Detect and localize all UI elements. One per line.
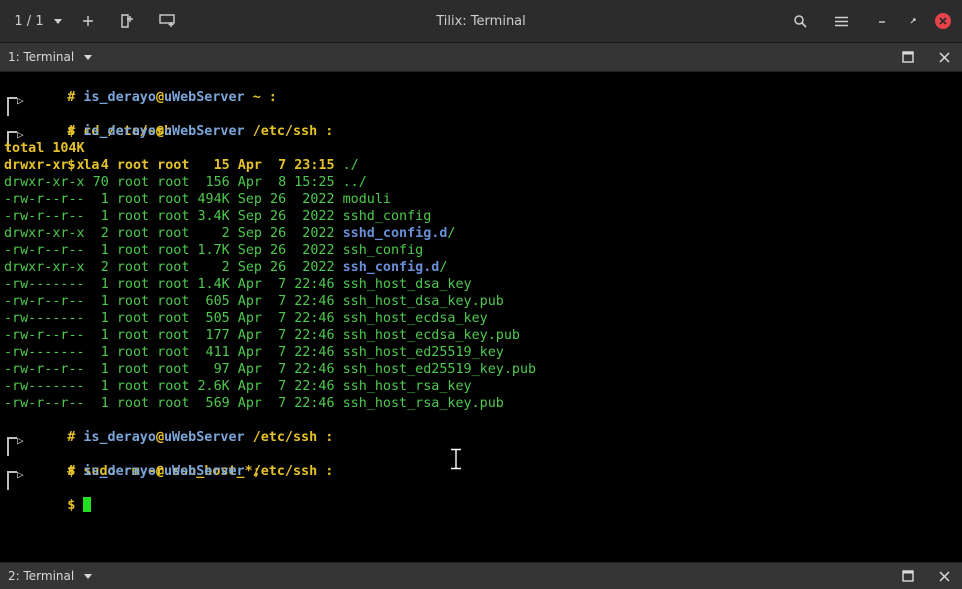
prompt-bracket — [7, 471, 17, 490]
search-button[interactable] — [786, 0, 814, 42]
new-session-icon — [121, 14, 133, 28]
pane-close-icon — [938, 51, 950, 63]
close-button[interactable] — [929, 0, 957, 42]
pane-maximize-button[interactable] — [895, 563, 921, 589]
command-line: ▷ $ la — [0, 123, 962, 173]
prompt-line: # is_derayo@uWebServer /etc/ssh : — [67, 464, 334, 479]
listing-row: -rw-r--r-- 1 root root 177 Apr 7 22:46 s… — [4, 328, 520, 343]
plus-icon — [83, 16, 93, 26]
listing-row: drwxr-xr-x 4 root root 15 Apr 7 23:15 ./ — [4, 158, 359, 173]
listing-row: drwxr-xr-x 70 root root 156 Apr 8 15:25 … — [4, 175, 367, 190]
listing-row: -rw-r--r-- 1 root root 1.7K Sep 26 2022 … — [4, 243, 424, 258]
listing-row: drwxr-xr-x 2 root root 2 Sep 26 2022 ssh… — [4, 260, 448, 275]
listing-row: -rw------- 1 root root 2.6K Apr 7 22:46 … — [4, 379, 472, 394]
sync-input-icon — [159, 14, 175, 27]
chevron-down-icon — [84, 573, 93, 579]
pane-close-button[interactable] — [931, 43, 957, 71]
prompt-arrow-icon: ▷ — [17, 128, 24, 141]
add-session-button[interactable] — [74, 0, 102, 42]
prompt-line: # is_derayo@uWebServer /etc/ssh : — [67, 124, 334, 139]
prompt-arrow-icon: ▷ — [17, 434, 24, 447]
listing-row: -rw-r--r-- 1 root root 494K Sep 26 2022 … — [4, 192, 391, 207]
listing-row: drwxr-xr-x 2 root root 2 Sep 26 2022 ssh… — [4, 226, 456, 241]
maximize-icon — [910, 18, 916, 24]
prompt-line: # is_derayo@uWebServer ~ : — [67, 90, 277, 105]
terminal-title: 2: Terminal — [8, 569, 75, 583]
text-cursor-icon — [451, 448, 461, 470]
window-title: Tilix: Terminal — [436, 13, 526, 29]
title-bar: 1 / 1 Tilix: Terminal — [0, 0, 962, 43]
command-line: ▷ $ cd /etc/ssh — [0, 89, 962, 139]
listing-row: -rw-r--r-- 1 root root 569 Apr 7 22:46 s… — [4, 396, 504, 411]
new-session-button[interactable] — [113, 0, 141, 42]
terminal-pane-header: 1: Terminal — [0, 43, 962, 72]
maximize-button[interactable] — [899, 0, 927, 42]
terminal-title-dropdown[interactable]: 1: Terminal — [8, 43, 93, 71]
terminal-title: 1: Terminal — [8, 50, 75, 64]
listing-row: -rw-r--r-- 1 root root 605 Apr 7 22:46 s… — [4, 294, 504, 309]
search-icon — [793, 14, 807, 28]
prompt-line: # is_derayo@uWebServer /etc/ssh : — [67, 430, 334, 445]
pane-close-button[interactable] — [931, 563, 957, 589]
pane-maximize-icon — [902, 51, 914, 63]
command-line[interactable]: ▷ $ — [0, 463, 962, 513]
command-line: ▷ $ sudo rm -r ssh_host_*; — [0, 429, 962, 479]
minimize-icon — [879, 21, 885, 23]
listing-row: -rw------- 1 root root 411 Apr 7 22:46 s… — [4, 345, 504, 360]
listing-row: -rw-r--r-- 1 root root 3.4K Sep 26 2022 … — [4, 209, 432, 224]
prompt-arrow-icon: ▷ — [17, 94, 24, 107]
chevron-down-icon — [53, 18, 62, 24]
minimize-button[interactable] — [868, 0, 896, 42]
listing-row: -rw------- 1 root root 1.4K Apr 7 22:46 … — [4, 277, 472, 292]
chevron-down-icon — [84, 54, 93, 60]
second-terminal-pane-header: 2: Terminal — [0, 562, 962, 589]
session-count: 1 / 1 — [14, 13, 44, 29]
sync-input-button[interactable] — [154, 0, 182, 42]
terminal-cursor — [83, 497, 92, 512]
session-switcher[interactable]: 1 / 1 — [8, 0, 68, 42]
terminal-output[interactable]: # is_derayo@uWebServer ~ : ▷ $ cd /etc/s… — [0, 72, 962, 562]
listing-row: -rw------- 1 root root 505 Apr 7 22:46 s… — [4, 311, 488, 326]
pane-close-icon — [938, 570, 950, 582]
pane-maximize-icon — [902, 570, 914, 582]
terminal-title-dropdown[interactable]: 2: Terminal — [8, 563, 93, 589]
prompt-arrow-icon: ▷ — [17, 468, 24, 481]
close-icon — [935, 13, 951, 29]
listing-total: total 104K — [4, 141, 85, 156]
hamburger-menu-icon — [834, 16, 848, 26]
listing-row: -rw-r--r-- 1 root root 97 Apr 7 22:46 ss… — [4, 362, 537, 377]
menu-button[interactable] — [827, 0, 855, 42]
pane-maximize-button[interactable] — [895, 43, 921, 71]
